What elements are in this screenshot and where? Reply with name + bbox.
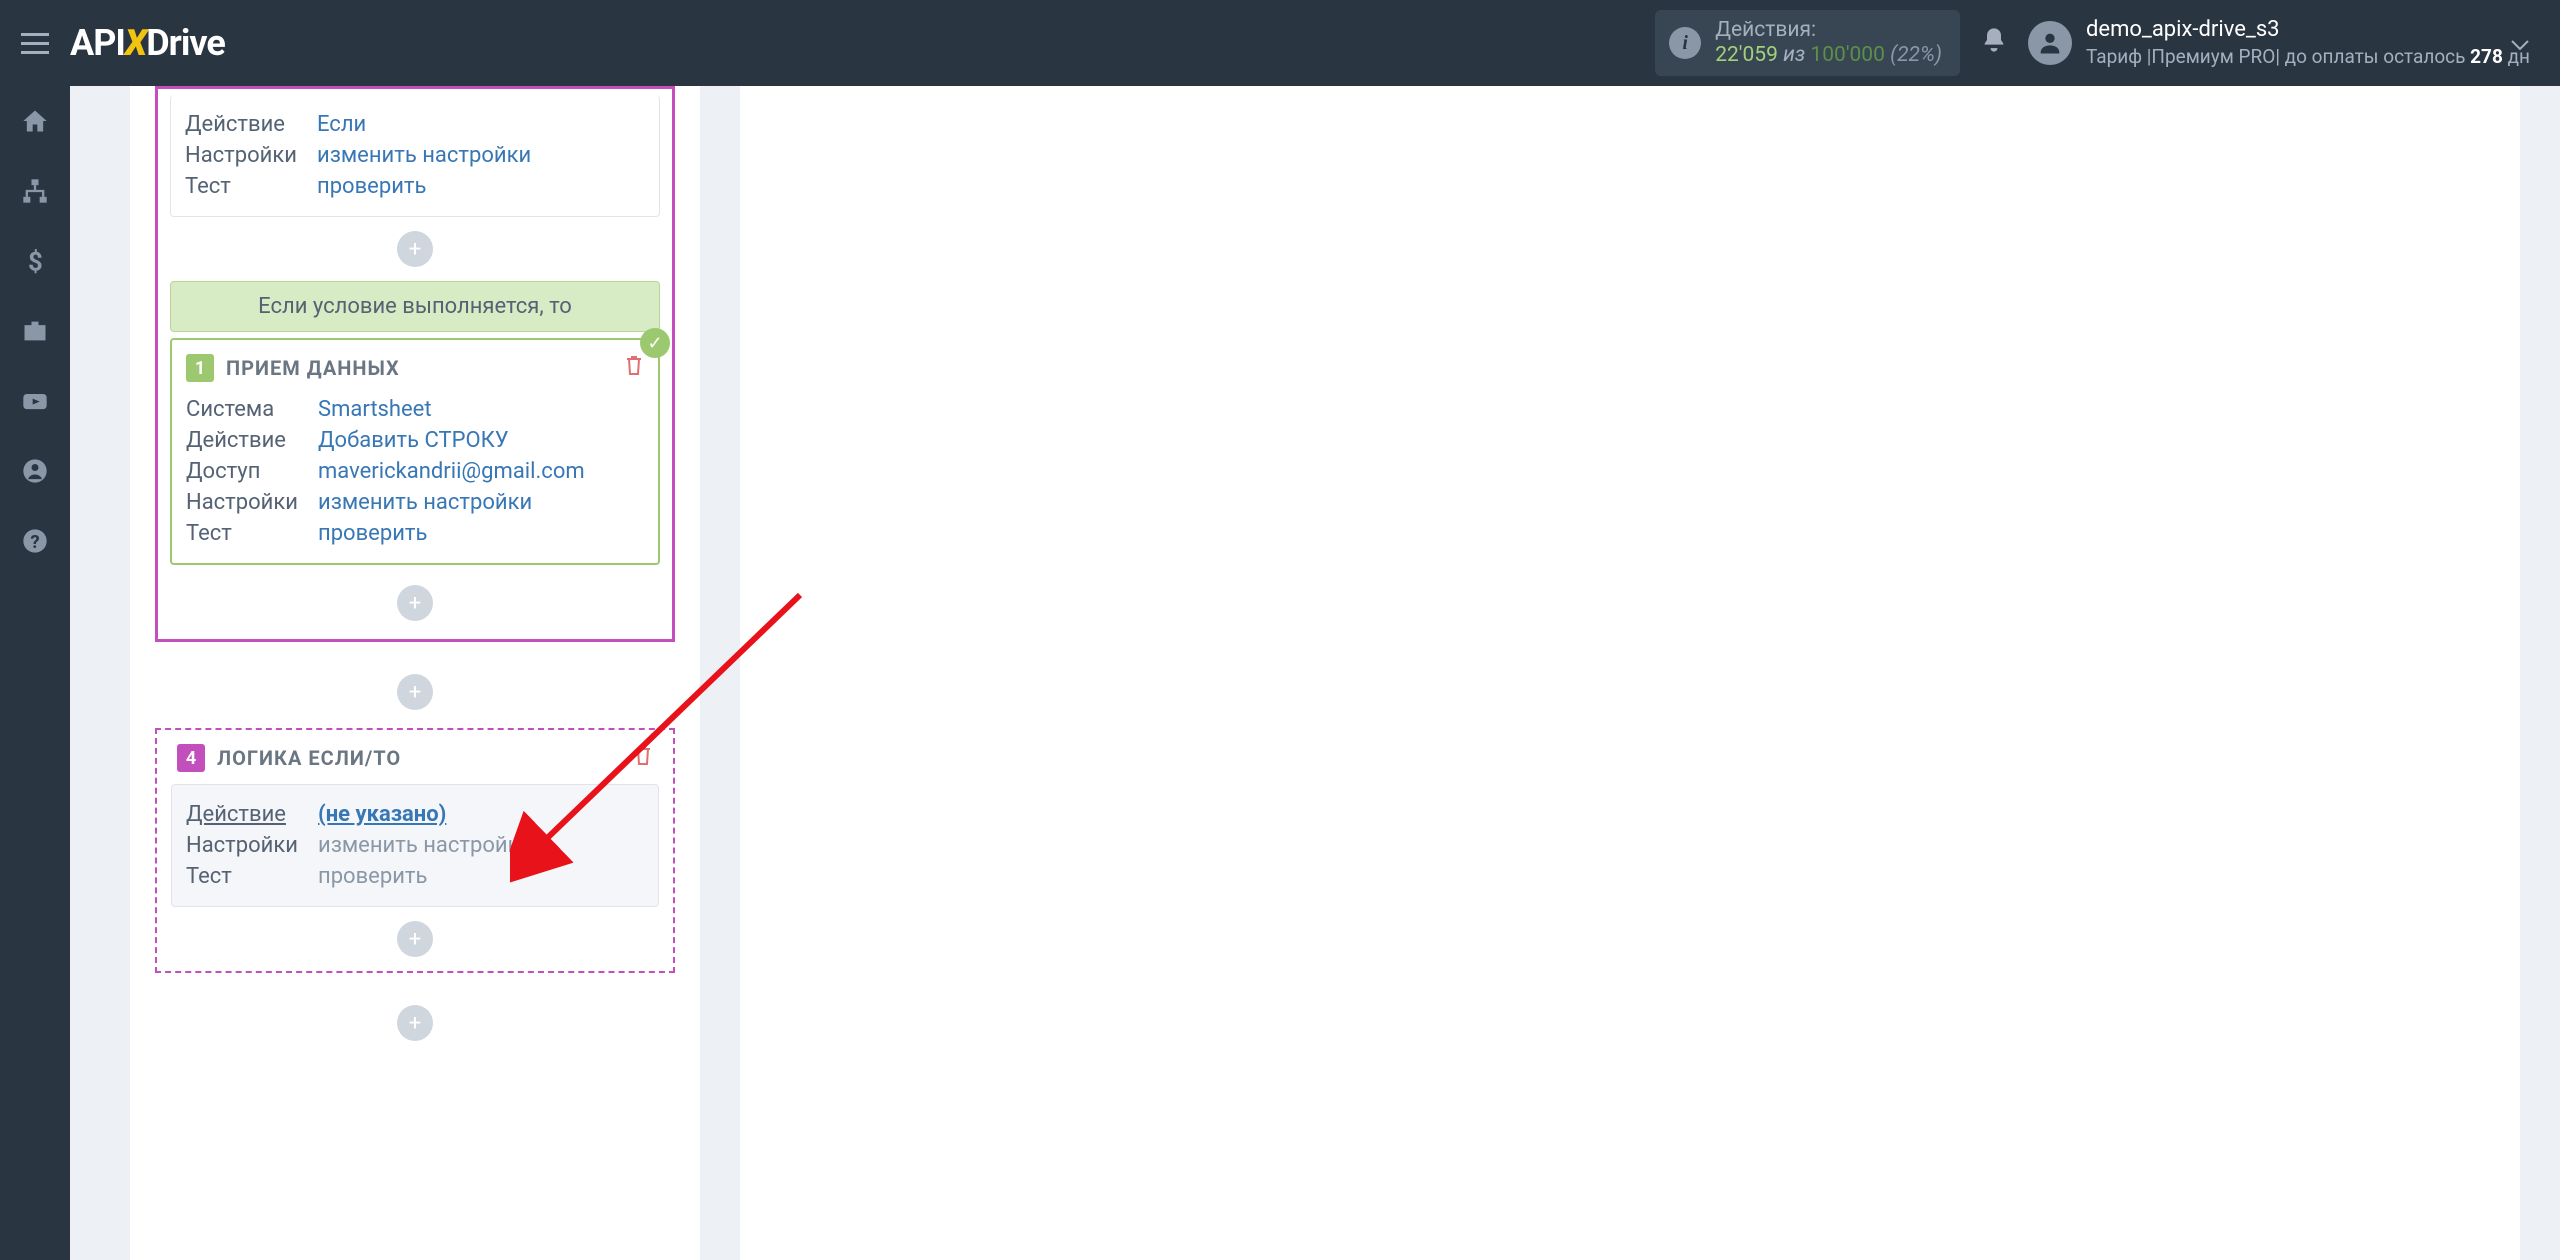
logic-action-label: Действие	[186, 802, 318, 827]
notifications-bell-icon[interactable]	[1980, 26, 2008, 61]
system-value[interactable]: Smartsheet	[318, 397, 432, 422]
logic-group-card: Действие Если Настройки изменить настрой…	[155, 86, 675, 642]
workflow-panel: Действие Если Настройки изменить настрой…	[130, 86, 700, 1260]
sidebar-connections[interactable]	[0, 156, 70, 226]
logo-text-pre: API	[70, 22, 125, 64]
info-icon: i	[1669, 27, 1701, 59]
system-label: Система	[186, 397, 318, 422]
field-action-label: Действие	[185, 112, 317, 137]
logic-title: ЛОГИКА ЕСЛИ/ТО	[217, 746, 621, 770]
user-name: demo_apix-drive_s3	[2086, 16, 2530, 45]
sidebar-profile[interactable]	[0, 436, 70, 506]
delete-button[interactable]	[624, 354, 644, 382]
add-step-button[interactable]: +	[397, 231, 433, 267]
svg-text:$: $	[28, 247, 43, 275]
field-action-value[interactable]: Если	[317, 112, 366, 137]
actions-max: 100'000	[1810, 43, 1884, 67]
actions-current: 22'059	[1715, 43, 1778, 67]
step-number-badge-logic: 4	[177, 744, 205, 772]
settings-label: Настройки	[186, 490, 318, 515]
action-label: Действие	[186, 428, 318, 453]
actions-label: Действия:	[1715, 18, 1942, 43]
content-panel	[740, 86, 2520, 1260]
sidebar-video[interactable]	[0, 366, 70, 436]
logic-settings-value: изменить настройки	[318, 833, 532, 858]
access-value[interactable]: maverickandrii@gmail.com	[318, 459, 585, 484]
logic-settings-label: Настройки	[186, 833, 318, 858]
field-settings-label: Настройки	[185, 143, 317, 168]
sidebar-briefcase[interactable]	[0, 296, 70, 366]
logic-test-label: Тест	[186, 864, 318, 889]
destination-card: ✓ 1 ПРИЕМ ДАННЫХ Система Smartsheet Дейс…	[170, 338, 660, 565]
test-value[interactable]: проверить	[318, 521, 427, 546]
logo-text-x: X	[125, 22, 146, 64]
check-icon: ✓	[640, 328, 670, 358]
actions-percent: (22%)	[1890, 43, 1942, 67]
add-block-button-2[interactable]: +	[397, 1005, 433, 1041]
sidebar-billing[interactable]: $	[0, 226, 70, 296]
svg-text:?: ?	[30, 531, 39, 553]
hamburger-menu[interactable]	[0, 0, 70, 86]
test-label: Тест	[186, 521, 318, 546]
actions-counter[interactable]: i Действия: 22'059 из 100'000 (22%)	[1655, 10, 1960, 76]
add-block-button[interactable]: +	[397, 674, 433, 710]
destination-title: ПРИЕМ ДАННЫХ	[226, 356, 612, 380]
logic-card: 4 ЛОГИКА ЕСЛИ/ТО Действие (не указано) Н…	[155, 728, 675, 973]
action-value[interactable]: Добавить СТРОКУ	[318, 428, 509, 453]
field-test-value[interactable]: проверить	[317, 174, 426, 199]
actions-of: из	[1783, 43, 1805, 67]
field-settings-value[interactable]: изменить настройки	[317, 143, 531, 168]
delete-logic-button[interactable]	[633, 744, 653, 772]
sidebar-help[interactable]: ?	[0, 506, 70, 576]
add-inside-logic-button[interactable]: +	[397, 921, 433, 957]
add-step-button-2[interactable]: +	[397, 585, 433, 621]
condition-card: Действие Если Настройки изменить настрой…	[170, 95, 660, 217]
logic-test-value: проверить	[318, 864, 427, 889]
settings-value[interactable]: изменить настройки	[318, 490, 532, 515]
condition-divider: Если условие выполняется, то	[170, 281, 660, 332]
user-menu[interactable]: demo_apix-drive_s3 Тариф |Премиум PRO| д…	[2028, 16, 2530, 69]
user-tariff: Тариф |Премиум PRO| до оплаты осталось 2…	[2086, 45, 2530, 70]
chevron-down-icon[interactable]	[2510, 36, 2530, 55]
sidebar: $ ?	[0, 86, 70, 1260]
field-test-label: Тест	[185, 174, 317, 199]
access-label: Доступ	[186, 459, 318, 484]
logo[interactable]: APIXDrive	[70, 22, 225, 64]
sidebar-home[interactable]	[0, 86, 70, 156]
logic-action-value[interactable]: (не указано)	[318, 802, 446, 827]
avatar-icon	[2028, 21, 2072, 65]
logo-text-post: Drive	[146, 22, 225, 64]
step-number-badge: 1	[186, 354, 214, 382]
